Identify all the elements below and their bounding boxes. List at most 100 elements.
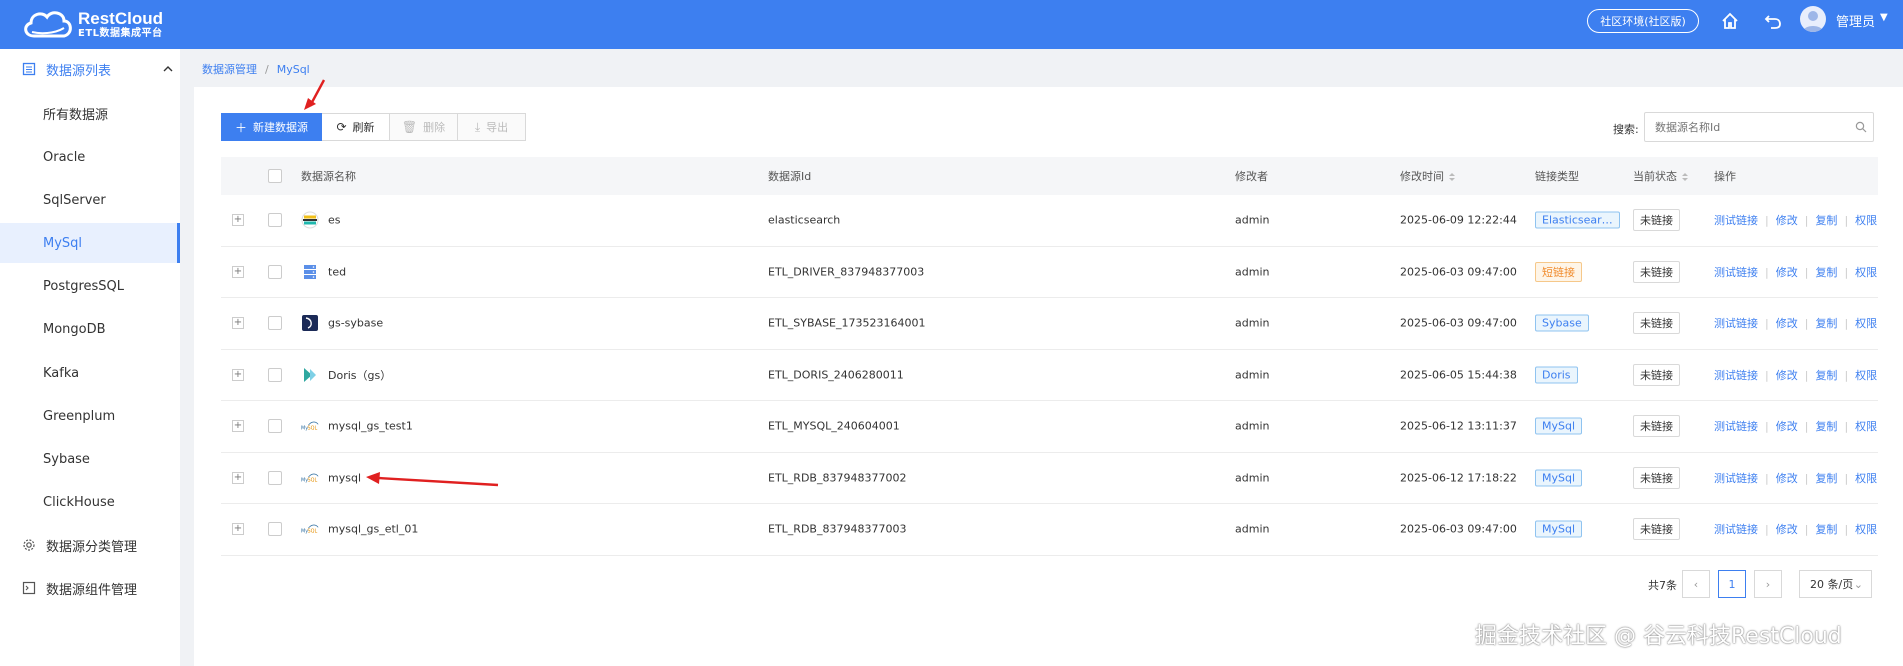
- expand-row-button[interactable]: +: [232, 523, 244, 536]
- row-actions: 测试链接 | 修改 | 复制 | 权限: [1714, 470, 1877, 486]
- brand-logo[interactable]: RestCloud ETL数据集成平台: [20, 8, 163, 42]
- home-icon[interactable]: [1719, 10, 1741, 32]
- delete-button[interactable]: 🗑 删除: [390, 113, 458, 141]
- search-input[interactable]: [1644, 112, 1874, 142]
- sidebar-group-datasource-list[interactable]: 数据源列表: [0, 49, 180, 89]
- sidebar-item-postgressql[interactable]: PostgresSQL: [0, 266, 180, 306]
- test-connection-link[interactable]: 测试链接: [1714, 472, 1758, 485]
- ops-divider: |: [1765, 471, 1769, 485]
- sidebar: 数据源列表 所有数据源 Oracle SqlServer MySql Postg…: [0, 49, 180, 666]
- copy-link[interactable]: 复制: [1815, 523, 1837, 536]
- next-page-button[interactable]: ›: [1754, 570, 1782, 598]
- row-checkbox[interactable]: [268, 316, 282, 331]
- sidebar-item-mongodb[interactable]: MongoDB: [0, 309, 180, 349]
- row-checkbox[interactable]: [268, 213, 282, 228]
- edit-link[interactable]: 修改: [1776, 266, 1798, 279]
- permission-link[interactable]: 权限: [1855, 266, 1877, 279]
- expand-row-button[interactable]: +: [232, 420, 244, 433]
- sidebar-item-greenplum[interactable]: Greenplum: [0, 396, 180, 436]
- datasource-name[interactable]: Doris（gs）: [328, 367, 391, 383]
- sidebar-group-category[interactable]: 数据源分类管理: [0, 525, 180, 565]
- sidebar-group-label: 数据源分类管理: [46, 539, 138, 555]
- mysql-icon: My SQL: [301, 520, 319, 538]
- caret-down-icon[interactable]: ▼: [1880, 12, 1888, 23]
- chevron-down-icon: ⌄: [1853, 577, 1863, 591]
- row-actions: 测试链接 | 修改 | 复制 | 权限: [1714, 521, 1877, 537]
- back-icon[interactable]: [1762, 10, 1784, 32]
- edit-link[interactable]: 修改: [1776, 472, 1798, 485]
- datasource-name[interactable]: mysql: [328, 471, 361, 484]
- edit-link[interactable]: 修改: [1776, 420, 1798, 433]
- sidebar-item-sqlserver[interactable]: SqlServer: [0, 180, 180, 220]
- new-datasource-button[interactable]: ＋新建数据源: [221, 113, 322, 141]
- page-1-button[interactable]: 1: [1718, 570, 1746, 598]
- chevron-up-icon[interactable]: [162, 63, 174, 75]
- permission-link[interactable]: 权限: [1855, 317, 1877, 330]
- search-icon[interactable]: [1855, 121, 1867, 133]
- ops-divider: |: [1804, 214, 1809, 228]
- permission-link[interactable]: 权限: [1855, 472, 1877, 485]
- modifier: admin: [1235, 316, 1270, 330]
- modifier: admin: [1235, 368, 1270, 382]
- environment-button[interactable]: 社区环境(社区版): [1587, 9, 1699, 33]
- refresh-button[interactable]: ⟳ 刷新: [322, 113, 390, 141]
- status-badge: 未链接: [1633, 260, 1680, 283]
- test-connection-link[interactable]: 测试链接: [1714, 266, 1758, 279]
- edit-link[interactable]: 修改: [1776, 317, 1798, 330]
- row-checkbox[interactable]: [268, 367, 282, 382]
- sidebar-group-component[interactable]: 数据源组件管理: [0, 568, 180, 608]
- export-button[interactable]: ⤓ 导出: [458, 113, 526, 141]
- datasource-name[interactable]: mysql_gs_etl_01: [328, 523, 418, 536]
- test-connection-link[interactable]: 测试链接: [1714, 369, 1758, 382]
- sidebar-item-kafka[interactable]: Kafka: [0, 353, 180, 393]
- datasource-name[interactable]: ted: [328, 265, 346, 278]
- edit-link[interactable]: 修改: [1776, 369, 1798, 382]
- expand-row-button[interactable]: +: [232, 471, 244, 484]
- test-connection-link[interactable]: 测试链接: [1714, 420, 1758, 433]
- datasource-name[interactable]: gs-sybase: [328, 317, 383, 330]
- sidebar-item-oracle[interactable]: Oracle: [0, 137, 180, 177]
- datasource-name[interactable]: mysql_gs_test1: [328, 420, 413, 433]
- datasource-name[interactable]: es: [328, 214, 341, 227]
- copy-link[interactable]: 复制: [1815, 266, 1837, 279]
- sort-icon: [1682, 173, 1688, 181]
- expand-row-button[interactable]: +: [232, 368, 244, 381]
- copy-link[interactable]: 复制: [1815, 214, 1837, 227]
- copy-link[interactable]: 复制: [1815, 420, 1837, 433]
- test-connection-link[interactable]: 测试链接: [1714, 523, 1758, 536]
- sidebar-item-all[interactable]: 所有数据源: [0, 93, 180, 133]
- sidebar-item-mysql[interactable]: MySql: [0, 223, 180, 263]
- refresh-icon: ⟳: [336, 120, 347, 134]
- header-mtime[interactable]: 修改时间: [1400, 168, 1456, 184]
- row-checkbox[interactable]: [268, 522, 282, 537]
- sidebar-item-sybase[interactable]: Sybase: [0, 439, 180, 479]
- row-checkbox[interactable]: [268, 264, 282, 279]
- prev-page-button[interactable]: ‹: [1682, 570, 1710, 598]
- permission-link[interactable]: 权限: [1855, 523, 1877, 536]
- test-connection-link[interactable]: 测试链接: [1714, 317, 1758, 330]
- copy-link[interactable]: 复制: [1815, 317, 1837, 330]
- row-checkbox[interactable]: [268, 470, 282, 485]
- edit-link[interactable]: 修改: [1776, 523, 1798, 536]
- avatar[interactable]: [1800, 6, 1826, 32]
- row-checkbox[interactable]: [268, 419, 282, 434]
- user-name[interactable]: 管理员: [1836, 11, 1875, 30]
- permission-link[interactable]: 权限: [1855, 420, 1877, 433]
- permission-link[interactable]: 权限: [1855, 214, 1877, 227]
- annotation-arrow-icon: [366, 472, 499, 487]
- edit-link[interactable]: 修改: [1776, 214, 1798, 227]
- header-status[interactable]: 当前状态: [1633, 168, 1689, 184]
- sidebar-item-clickhouse[interactable]: ClickHouse: [0, 482, 180, 522]
- copy-link[interactable]: 复制: [1815, 369, 1837, 382]
- expand-row-button[interactable]: +: [232, 265, 244, 278]
- modified-time: 2025-06-12 13:11:37: [1400, 419, 1517, 433]
- breadcrumb-root[interactable]: 数据源管理: [202, 63, 257, 76]
- connection-type-tag: 短链接: [1535, 261, 1582, 282]
- copy-link[interactable]: 复制: [1815, 472, 1837, 485]
- test-connection-link[interactable]: 测试链接: [1714, 214, 1758, 227]
- expand-row-button[interactable]: +: [232, 317, 244, 330]
- page-size-select[interactable]: 20 条/页 ⌄: [1799, 570, 1872, 598]
- expand-row-button[interactable]: +: [232, 214, 244, 227]
- select-all-checkbox[interactable]: [268, 169, 282, 183]
- permission-link[interactable]: 权限: [1855, 369, 1877, 382]
